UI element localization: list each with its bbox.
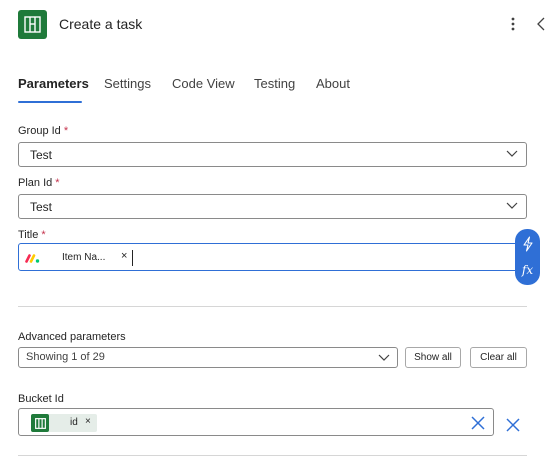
- active-tab-indicator: [18, 101, 82, 103]
- title-label-text: Title: [18, 229, 39, 241]
- group-id-label: Group Id *: [18, 125, 68, 137]
- planner-icon: [18, 10, 47, 39]
- lightning-icon: [522, 236, 533, 252]
- plan-id-dropdown[interactable]: Test: [18, 194, 527, 219]
- token-remove-button[interactable]: ×: [85, 416, 91, 427]
- group-id-dropdown[interactable]: Test: [18, 142, 527, 167]
- create-task-panel: Create a task Parameters Settings Code V…: [0, 0, 554, 473]
- advanced-parameters-dropdown[interactable]: Showing 1 of 29: [18, 347, 398, 368]
- expression-button[interactable]: fx: [515, 257, 540, 283]
- title-label: Title *: [18, 229, 46, 241]
- remove-parameter-icon[interactable]: [505, 417, 521, 433]
- show-all-button[interactable]: Show all: [405, 347, 461, 368]
- text-caret: [132, 250, 133, 266]
- chevron-left-icon: [537, 17, 545, 31]
- chevron-down-icon: [378, 354, 390, 361]
- advanced-parameters-value: Showing 1 of 29: [26, 351, 105, 363]
- required-mark: *: [41, 229, 46, 241]
- plan-id-value: Test: [30, 200, 53, 214]
- dynamic-content-button[interactable]: [515, 231, 540, 257]
- fx-icon: fx: [521, 263, 534, 277]
- planner-icon: [31, 414, 49, 432]
- tab-about[interactable]: About: [316, 76, 350, 91]
- token-remove-button[interactable]: ×: [121, 250, 127, 262]
- clear-all-button[interactable]: Clear all: [470, 347, 527, 368]
- required-mark: *: [63, 125, 69, 137]
- chevron-down-icon: [506, 150, 518, 157]
- more-options-button[interactable]: [503, 12, 523, 36]
- tab-testing[interactable]: Testing: [254, 76, 295, 91]
- clear-field-icon[interactable]: [470, 415, 486, 431]
- section-divider: [18, 306, 527, 307]
- bucket-id-input[interactable]: id ×: [18, 408, 494, 436]
- plan-id-label-text: Plan Id: [18, 177, 53, 189]
- dynamic-content-token[interactable]: id ×: [31, 414, 97, 432]
- insert-actions-pill: fx: [515, 229, 540, 285]
- monday-icon: [25, 254, 40, 263]
- token-label: id: [70, 417, 78, 428]
- group-id-value: Test: [30, 148, 53, 162]
- token-label: Item Na...: [62, 252, 106, 263]
- section-divider: [18, 455, 527, 456]
- more-vertical-icon: [511, 17, 515, 31]
- advanced-parameters-label: Advanced parameters: [18, 331, 126, 343]
- page-title: Create a task: [59, 16, 143, 32]
- tab-code-view[interactable]: Code View: [172, 76, 235, 91]
- tab-settings[interactable]: Settings: [104, 76, 151, 91]
- chevron-down-icon: [506, 202, 518, 209]
- collapse-panel-button[interactable]: [532, 12, 550, 36]
- required-mark: *: [55, 177, 60, 189]
- tab-parameters[interactable]: Parameters: [18, 76, 89, 91]
- group-id-label-text: Group Id: [18, 125, 61, 137]
- title-input[interactable]: Item Na... ×: [18, 243, 527, 271]
- bucket-id-label: Bucket Id: [18, 393, 64, 405]
- plan-id-label: Plan Id *: [18, 177, 60, 189]
- dynamic-content-token[interactable]: Item Na... ×: [25, 249, 133, 267]
